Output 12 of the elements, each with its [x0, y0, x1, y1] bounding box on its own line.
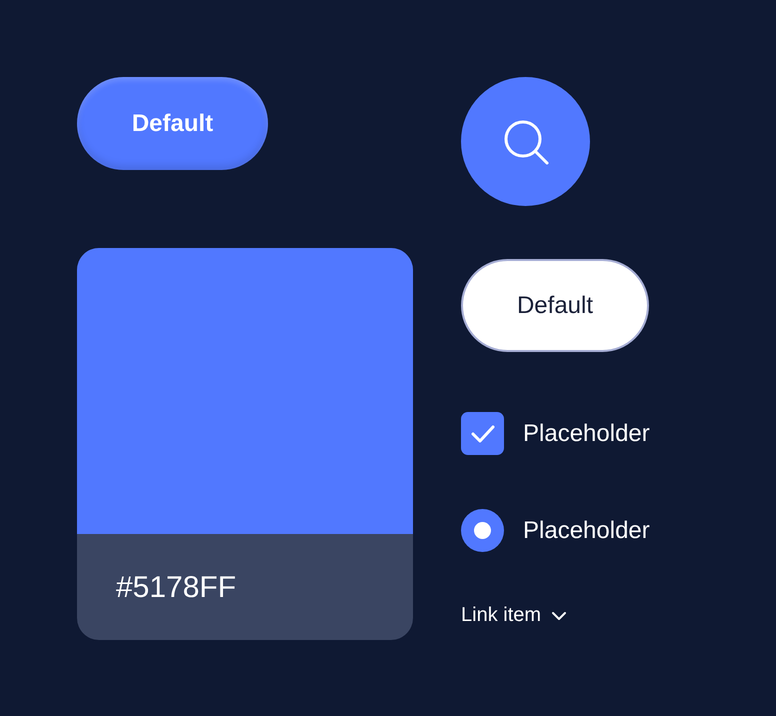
- checkbox-label: Placeholder: [523, 420, 650, 448]
- primary-button[interactable]: Default: [77, 77, 268, 170]
- search-icon: [502, 118, 550, 166]
- chevron-down-icon: [551, 610, 568, 620]
- secondary-button[interactable]: Default: [461, 259, 649, 352]
- check-icon: [470, 424, 494, 442]
- radio-label: Placeholder: [523, 516, 650, 544]
- link-item[interactable]: Link item: [461, 604, 568, 627]
- checkbox[interactable]: [461, 412, 504, 455]
- radio-button[interactable]: [461, 509, 504, 552]
- radio-dot-icon: [474, 522, 491, 539]
- color-hex-label: #5178FF: [116, 571, 236, 605]
